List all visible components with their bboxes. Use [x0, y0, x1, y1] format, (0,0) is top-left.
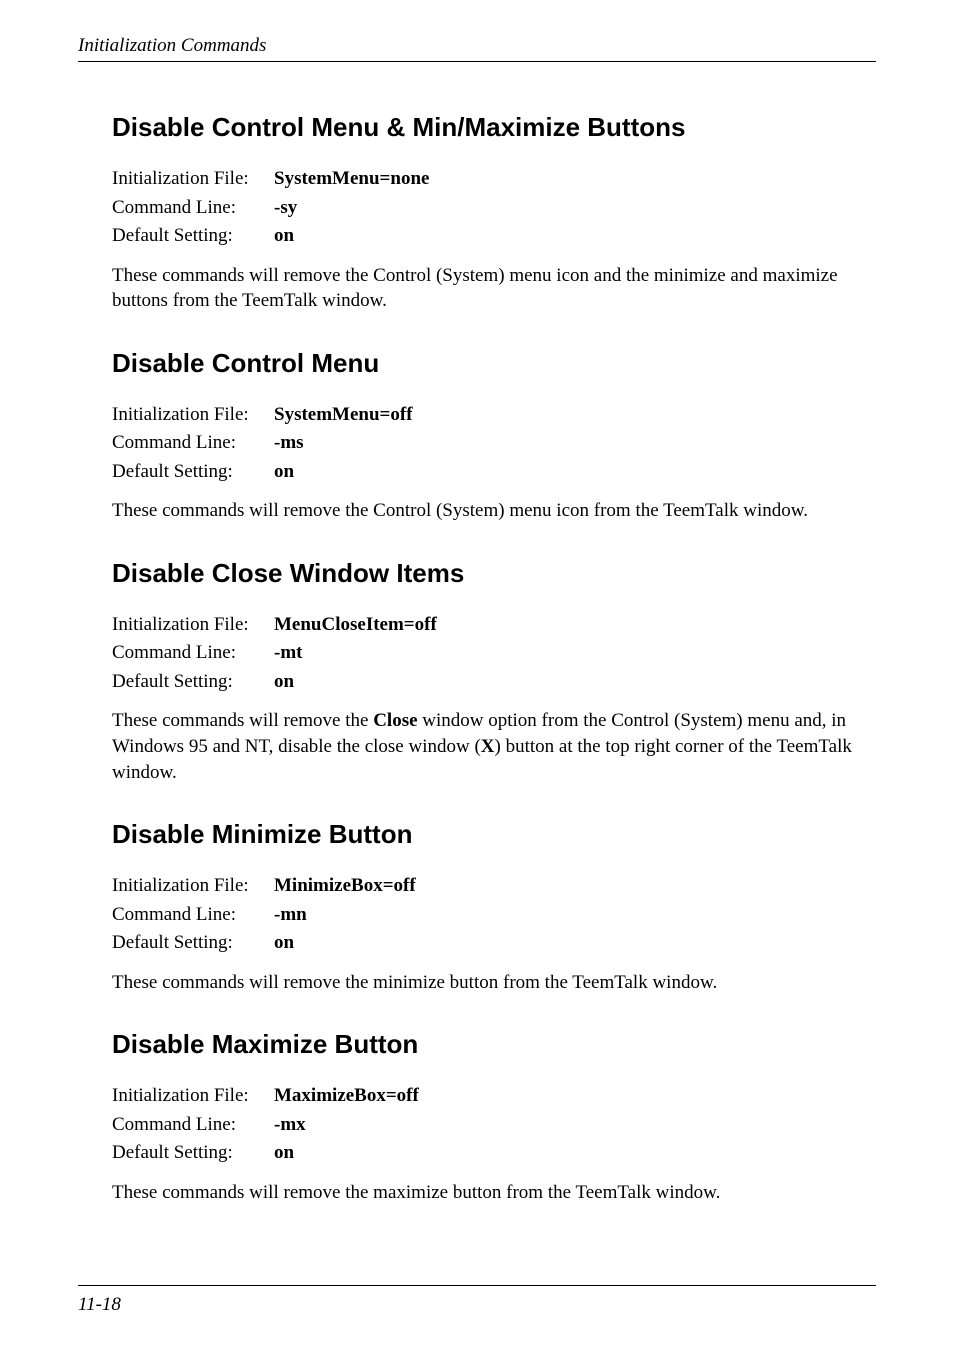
field-row-cmd: Command Line: -sy — [112, 194, 876, 223]
field-label: Initialization File: — [112, 1082, 274, 1111]
field-label: Default Setting: — [112, 222, 274, 251]
field-row-init: Initialization File: MaximizeBox=off — [112, 1082, 876, 1111]
section-heading: Disable Close Window Items — [112, 558, 876, 589]
field-value: on — [274, 458, 294, 487]
body-text: These commands will remove the Close win… — [112, 708, 876, 785]
page-content: Disable Control Menu & Min/Maximize Butt… — [78, 112, 876, 1206]
field-value: MaximizeBox=off — [274, 1082, 419, 1111]
field-value: on — [274, 929, 294, 958]
field-value: -mt — [274, 639, 302, 668]
body-part: These commands will remove the maximize … — [112, 1182, 720, 1203]
body-text: These commands will remove the Control (… — [112, 498, 876, 524]
running-header: Initialization Commands — [78, 35, 876, 57]
field-row-init: Initialization File: MinimizeBox=off — [112, 872, 876, 901]
footer-rule — [78, 1285, 876, 1286]
body-part: These commands will remove the Control (… — [112, 500, 808, 521]
field-label: Command Line: — [112, 639, 274, 668]
header-rule — [78, 61, 876, 62]
field-group: Initialization File: SystemMenu=off Comm… — [112, 401, 876, 487]
field-group: Initialization File: MenuCloseItem=off C… — [112, 611, 876, 697]
field-label: Default Setting: — [112, 458, 274, 487]
section-heading: Disable Control Menu & Min/Maximize Butt… — [112, 112, 876, 143]
field-value: SystemMenu=none — [274, 165, 429, 194]
body-part: These commands will remove the — [112, 710, 373, 731]
field-row-cmd: Command Line: -ms — [112, 429, 876, 458]
field-value: -sy — [274, 194, 297, 223]
field-row-init: Initialization File: MenuCloseItem=off — [112, 611, 876, 640]
body-text: These commands will remove the Control (… — [112, 263, 876, 314]
field-row-default: Default Setting: on — [112, 458, 876, 487]
body-part: These commands will remove the minimize … — [112, 972, 717, 993]
field-label: Default Setting: — [112, 668, 274, 697]
section-heading: Disable Minimize Button — [112, 819, 876, 850]
body-bold: Close — [373, 710, 417, 731]
field-value: MinimizeBox=off — [274, 872, 416, 901]
field-label: Command Line: — [112, 901, 274, 930]
field-row-cmd: Command Line: -mn — [112, 901, 876, 930]
field-row-default: Default Setting: on — [112, 929, 876, 958]
field-row-init: Initialization File: SystemMenu=none — [112, 165, 876, 194]
field-row-cmd: Command Line: -mx — [112, 1111, 876, 1140]
field-label: Command Line: — [112, 1111, 274, 1140]
body-part: These commands will remove the Control (… — [112, 265, 838, 312]
section-heading: Disable Maximize Button — [112, 1029, 876, 1060]
body-text: These commands will remove the maximize … — [112, 1180, 876, 1206]
field-label: Initialization File: — [112, 401, 274, 430]
field-row-default: Default Setting: on — [112, 668, 876, 697]
field-label: Command Line: — [112, 194, 274, 223]
field-value: on — [274, 668, 294, 697]
field-value: on — [274, 222, 294, 251]
field-row-default: Default Setting: on — [112, 222, 876, 251]
field-value: MenuCloseItem=off — [274, 611, 437, 640]
field-group: Initialization File: MaximizeBox=off Com… — [112, 1082, 876, 1168]
field-row-default: Default Setting: on — [112, 1139, 876, 1168]
field-label: Default Setting: — [112, 1139, 274, 1168]
field-value: -ms — [274, 429, 304, 458]
page-number: 11-18 — [78, 1294, 121, 1316]
field-value: SystemMenu=off — [274, 401, 413, 430]
field-value: -mx — [274, 1111, 306, 1140]
field-group: Initialization File: SystemMenu=none Com… — [112, 165, 876, 251]
field-label: Initialization File: — [112, 611, 274, 640]
body-bold: X — [481, 736, 495, 757]
field-label: Initialization File: — [112, 872, 274, 901]
field-row-init: Initialization File: SystemMenu=off — [112, 401, 876, 430]
field-label: Default Setting: — [112, 929, 274, 958]
body-text: These commands will remove the minimize … — [112, 970, 876, 996]
field-group: Initialization File: MinimizeBox=off Com… — [112, 872, 876, 958]
field-row-cmd: Command Line: -mt — [112, 639, 876, 668]
section-heading: Disable Control Menu — [112, 348, 876, 379]
field-label: Command Line: — [112, 429, 274, 458]
field-label: Initialization File: — [112, 165, 274, 194]
field-value: on — [274, 1139, 294, 1168]
field-value: -mn — [274, 901, 307, 930]
